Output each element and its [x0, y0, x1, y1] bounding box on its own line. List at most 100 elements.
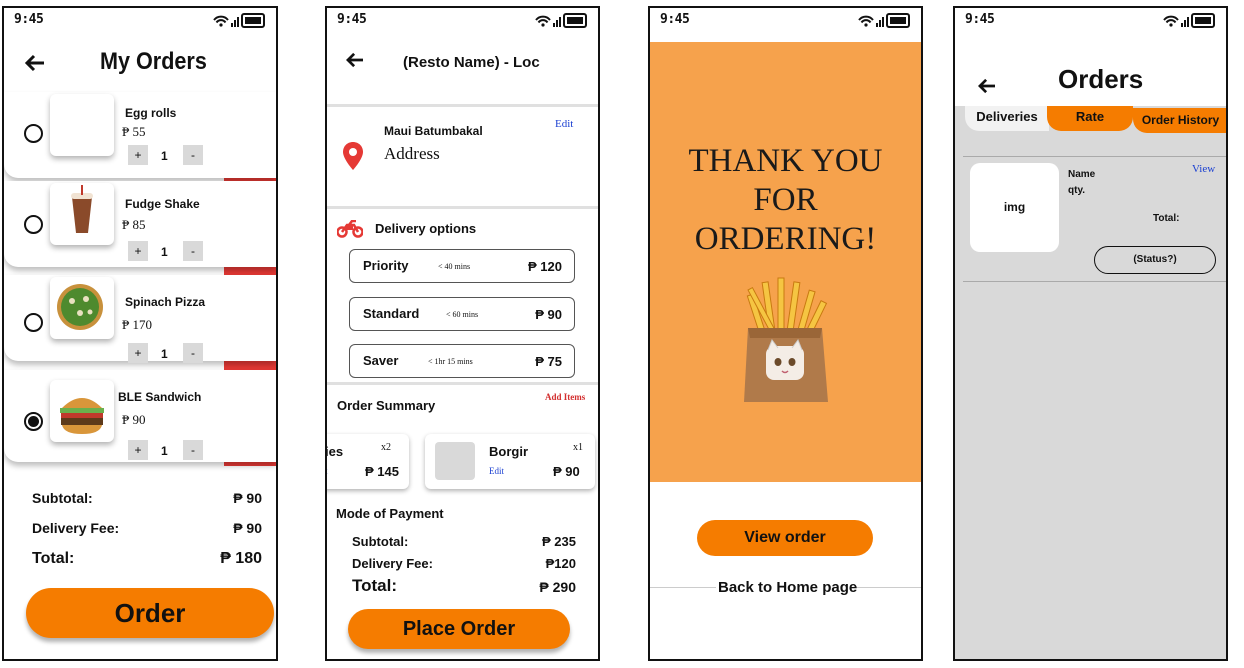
qty-minus-button[interactable]: -: [183, 440, 203, 460]
qty-minus-button[interactable]: -: [183, 343, 203, 363]
thank-you-line: FOR: [753, 182, 818, 218]
status-icons: [213, 13, 265, 28]
option-name: Priority: [363, 258, 409, 273]
qty-plus-button[interactable]: +: [128, 343, 148, 363]
status-icons: [1163, 13, 1215, 28]
shake-image: [71, 185, 93, 233]
customer-name: Maui Batumbakal: [384, 124, 483, 138]
summary-item-edit-link[interactable]: Edit: [489, 466, 504, 476]
summary-item-name: Borgir: [489, 444, 528, 459]
delivery-options-label: Delivery options: [375, 221, 477, 236]
qty-value: 1: [161, 149, 168, 163]
payment-mode-label: Mode of Payment: [336, 506, 444, 521]
my-orders-screen: 9:45 My Orders Egg rolls ₱ 55 + 1 - Fudg…: [2, 6, 278, 661]
item-image: [50, 183, 114, 245]
sandwich-image: [60, 398, 104, 434]
total-value: ₱ 180: [220, 550, 262, 567]
option-name: Saver: [363, 353, 399, 368]
trash-icon[interactable]: [234, 402, 262, 434]
orders-screen: 9:45 Orders Deliveries Rate Order Histor…: [953, 6, 1228, 661]
tab-rate[interactable]: Rate: [1047, 106, 1133, 131]
thank-you-message: THANK YOU FOR ORDERING!: [650, 142, 921, 259]
back-arrow-icon[interactable]: [345, 48, 365, 74]
status-bar: 9:45: [955, 10, 1226, 30]
page-title: My Orders: [100, 48, 207, 75]
divider: [963, 281, 1226, 282]
item-name: Spinach Pizza: [125, 295, 206, 309]
option-name: Standard: [363, 306, 420, 321]
trash-icon[interactable]: [234, 304, 262, 336]
item-select-radio[interactable]: [24, 124, 43, 143]
item-image: [50, 277, 114, 339]
divider: [327, 104, 598, 107]
fries-cat-illustration: [744, 277, 828, 402]
item-image: [50, 94, 114, 156]
status-icons: [858, 13, 910, 28]
back-arrow-icon[interactable]: [24, 52, 46, 78]
total-label: Total:: [32, 550, 75, 567]
qty-value: 1: [161, 444, 168, 458]
order-total-label: Total:: [1153, 213, 1180, 224]
item-name: Egg rolls: [125, 106, 177, 120]
item-select-radio[interactable]: [24, 412, 43, 431]
motorcycle-icon: [337, 220, 363, 238]
order-status-button[interactable]: (Status?): [1094, 246, 1216, 274]
qty-plus-button[interactable]: +: [128, 440, 148, 460]
option-time: < 60 mins: [446, 310, 479, 319]
back-to-home-link[interactable]: Back to Home page: [718, 579, 857, 596]
delivery-fee-row: Delivery Fee: ₱120: [352, 556, 576, 571]
total-label: Total:: [352, 576, 398, 595]
summary-item-edit-link[interactable]: t: [327, 466, 328, 476]
address-text: Address: [384, 144, 440, 163]
summary-item-qty: x1: [573, 442, 583, 453]
qty-minus-button[interactable]: -: [183, 145, 203, 165]
thank-you-line: ORDERING!: [694, 221, 877, 257]
trash-icon[interactable]: [234, 208, 262, 240]
item-price: ₱ 85: [122, 217, 146, 232]
status-time: 9:45: [337, 12, 367, 27]
item-select-radio[interactable]: [24, 313, 43, 332]
subtotal-row: Subtotal: ₱ 235: [352, 534, 576, 549]
page-title: Orders: [1058, 64, 1144, 94]
order-button[interactable]: Order: [26, 588, 274, 638]
qty-minus-button[interactable]: -: [183, 241, 203, 261]
tab-order-history[interactable]: Order History: [1133, 108, 1226, 133]
add-items-link[interactable]: Add Items: [545, 392, 585, 402]
order-summary-label: Order Summary: [337, 398, 436, 413]
order-image: img: [970, 163, 1059, 252]
delivery-option-priority[interactable]: Priority < 40 mins ₱ 120: [349, 249, 575, 283]
pizza-image: [57, 284, 103, 330]
subtotal-label: Subtotal:: [32, 490, 93, 506]
thank-you-panel: THANK YOU FOR ORDERING!: [650, 42, 921, 482]
item-image: [50, 380, 114, 442]
divider: [327, 206, 598, 209]
delivery-fee-label: Delivery Fee:: [352, 556, 433, 571]
tab-deliveries[interactable]: Deliveries: [965, 106, 1049, 131]
qty-plus-button[interactable]: +: [128, 241, 148, 261]
subtotal-row: Subtotal: ₱ 90: [32, 490, 262, 506]
trash-icon[interactable]: [234, 118, 262, 150]
thank-you-screen: 9:45 THANK YOU FOR ORDERING! View order …: [648, 6, 923, 661]
delivery-option-saver[interactable]: Saver < 1hr 15 mins ₱ 75: [349, 344, 575, 378]
subtotal-value: ₱ 235: [542, 534, 576, 549]
subtotal-label: Subtotal:: [352, 534, 409, 549]
edit-address-link[interactable]: Edit: [555, 118, 573, 130]
divider-line: [650, 587, 716, 588]
item-select-radio[interactable]: [24, 215, 43, 234]
delivery-option-standard[interactable]: Standard < 60 mins ₱ 90: [349, 297, 575, 331]
option-price: ₱ 120: [528, 259, 562, 274]
option-price: ₱ 90: [535, 307, 562, 322]
item-name: BLE Sandwich: [118, 390, 202, 404]
qty-plus-button[interactable]: +: [128, 145, 148, 165]
summary-item-qty: x2: [381, 442, 391, 453]
total-row: Total: ₱ 180: [32, 550, 262, 568]
summary-item-name: ies: [325, 444, 344, 459]
place-order-button[interactable]: Place Order: [348, 609, 570, 649]
item-price: ₱ 90: [122, 412, 146, 427]
back-arrow-icon[interactable]: [977, 74, 997, 100]
total-value: ₱ 290: [539, 579, 576, 595]
status-bar: 9:45: [650, 10, 921, 30]
view-order-link[interactable]: View: [1192, 163, 1215, 175]
qty-value: 1: [161, 347, 168, 361]
view-order-button[interactable]: View order: [697, 520, 873, 556]
